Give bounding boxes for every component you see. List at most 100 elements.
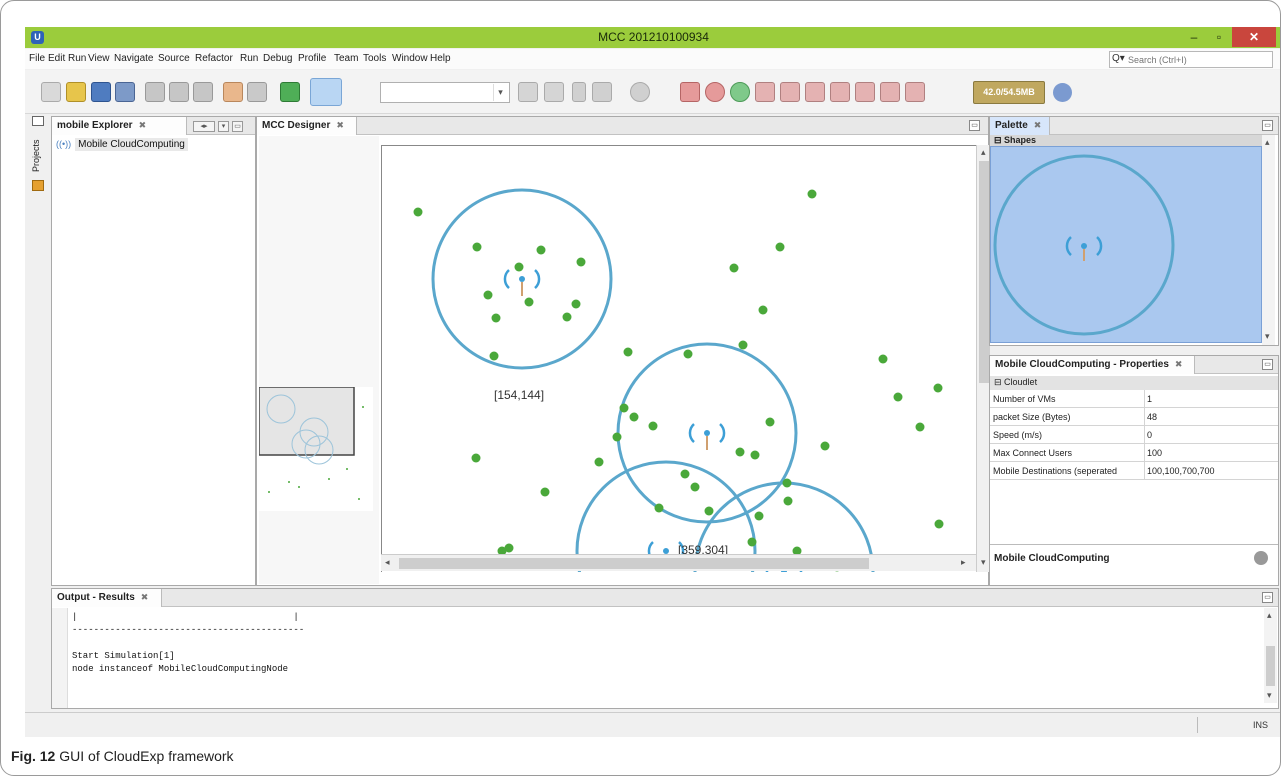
canvas-horizontal-scrollbar[interactable]: ◂ ▸ [381, 554, 976, 571]
copy-icon[interactable] [169, 82, 189, 102]
close-icon[interactable]: ✖ [336, 120, 344, 130]
menu-file[interactable]: File [29, 53, 45, 64]
search-input[interactable] [1128, 54, 1270, 66]
nav-arrows-icon[interactable]: ◂▸ [193, 121, 215, 132]
output-scrollbar[interactable]: ▴ ▾ [1264, 608, 1277, 703]
mobile-node[interactable] [680, 469, 690, 479]
menu-view[interactable]: View [88, 53, 110, 64]
green-record-icon[interactable] [730, 82, 750, 102]
mobile-node[interactable] [775, 242, 785, 252]
tool-e-icon[interactable] [855, 82, 875, 102]
scroll-right-icon[interactable]: ▸ [961, 557, 966, 568]
maximize-panel-icon[interactable]: ▭ [1262, 359, 1273, 370]
menu-edit[interactable]: Edit [48, 53, 65, 64]
mobile-node[interactable] [471, 453, 481, 463]
mobile-node[interactable] [820, 441, 830, 451]
collapse-icon[interactable]: ⊟ [994, 377, 1004, 387]
mobile-node[interactable] [738, 340, 748, 350]
mobile-node[interactable] [491, 313, 501, 323]
menu-run-2[interactable]: Run [240, 53, 258, 64]
mobile-node[interactable] [536, 245, 546, 255]
configuration-dropdown[interactable]: ▾ [380, 82, 510, 103]
redo-icon[interactable] [247, 82, 267, 102]
mobile-node[interactable] [612, 432, 622, 442]
menu-window[interactable]: Window [392, 53, 428, 64]
chevron-down-icon[interactable]: ▾ [218, 121, 229, 132]
property-value[interactable]: 100,100,700,700 [1147, 466, 1215, 476]
save-all-icon[interactable] [115, 82, 135, 102]
tab-output-results[interactable]: Output - Results ✖ [52, 589, 162, 607]
cloudlet-antenna[interactable] [503, 269, 541, 296]
tool-c-icon[interactable] [805, 82, 825, 102]
new-file-icon[interactable] [66, 82, 86, 102]
mobile-node[interactable] [704, 506, 714, 516]
mobile-node[interactable] [750, 450, 760, 460]
mobile-node[interactable] [483, 290, 493, 300]
info-icon[interactable] [1254, 551, 1268, 565]
property-value[interactable]: 48 [1147, 412, 1157, 422]
tab-mcc-designer[interactable]: MCC Designer ✖ [257, 117, 357, 135]
mobile-node[interactable] [934, 519, 944, 529]
close-icon[interactable]: ✖ [139, 120, 147, 130]
mobile-node[interactable] [629, 412, 639, 422]
undo-icon[interactable] [223, 82, 243, 102]
mobile-node[interactable] [782, 478, 792, 488]
designer-canvas[interactable]: [154,144] [359,304] [381, 145, 976, 572]
maximize-panel-icon[interactable]: ▭ [969, 120, 980, 131]
menu-navigate[interactable]: Navigate [114, 53, 153, 64]
scroll-left-icon[interactable]: ◂ [385, 557, 390, 568]
menu-refactor[interactable]: Refactor [195, 53, 233, 64]
close-icon[interactable]: ✖ [1175, 359, 1183, 369]
close-button[interactable]: ✕ [1232, 27, 1276, 47]
menu-debug[interactable]: Debug [263, 53, 292, 64]
output-text[interactable]: | | -------------------------------------… [72, 611, 304, 676]
mobile-node[interactable] [893, 392, 903, 402]
paste-icon[interactable] [193, 82, 213, 102]
scroll-down-icon[interactable]: ▾ [1265, 331, 1270, 342]
hammer-icon[interactable] [518, 82, 538, 102]
property-value[interactable]: 100 [1147, 448, 1162, 458]
property-row[interactable]: Speed (m/s) 0 [990, 426, 1278, 444]
mobile-node[interactable] [683, 349, 693, 359]
chevron-down-icon[interactable]: ▾ [493, 84, 507, 101]
mobile-node[interactable] [933, 383, 943, 393]
scrollbar-thumb[interactable] [1266, 646, 1275, 686]
debug-icon[interactable] [592, 82, 612, 102]
memory-indicator[interactable]: 42.0/54.5MB [973, 81, 1045, 104]
tool-f-icon[interactable] [880, 82, 900, 102]
mobile-node[interactable] [915, 422, 925, 432]
property-value[interactable]: 1 [1147, 394, 1152, 404]
scroll-up-icon[interactable]: ▴ [981, 147, 986, 158]
open-project-icon[interactable] [91, 82, 111, 102]
cut-icon[interactable] [145, 82, 165, 102]
navigator-minimap[interactable] [258, 386, 373, 511]
tree-item-mobile-cloudcomputing[interactable]: Mobile CloudComputing [75, 138, 188, 151]
maximize-button[interactable]: ▫ [1208, 27, 1230, 47]
scroll-down-icon[interactable]: ▾ [981, 557, 986, 568]
mobile-node[interactable] [413, 207, 423, 217]
palette-section-header[interactable]: ⊟ Shapes [990, 135, 1262, 146]
mobile-node[interactable] [878, 354, 888, 364]
property-group-header[interactable]: ⊟ Cloudlet [990, 376, 1278, 390]
run-icon[interactable] [572, 82, 586, 102]
collapse-icon[interactable]: ⊟ [994, 135, 1004, 145]
menu-profile[interactable]: Profile [298, 53, 326, 64]
restore-window-icon[interactable] [32, 116, 44, 126]
scroll-up-icon[interactable]: ▴ [1267, 610, 1272, 621]
tab-properties[interactable]: Mobile CloudComputing - Properties ✖ [990, 356, 1195, 374]
mobile-node[interactable] [758, 305, 768, 315]
property-value[interactable]: 0 [1147, 430, 1152, 440]
tool-a-icon[interactable] [755, 82, 775, 102]
mobile-node[interactable] [562, 312, 572, 322]
mobile-node[interactable] [754, 511, 764, 521]
property-row[interactable]: Mobile Destinations (seperated 100,100,70… [990, 462, 1278, 480]
property-row[interactable]: Max Connect Users 100 [990, 444, 1278, 462]
mobile-node[interactable] [807, 189, 817, 199]
menu-help[interactable]: Help [430, 53, 451, 64]
mobile-node[interactable] [540, 487, 550, 497]
stop-icon[interactable] [680, 82, 700, 102]
record-icon[interactable] [705, 82, 725, 102]
close-icon[interactable]: ✖ [1034, 120, 1042, 130]
mobile-node[interactable] [747, 537, 757, 547]
tool-d-icon[interactable] [830, 82, 850, 102]
